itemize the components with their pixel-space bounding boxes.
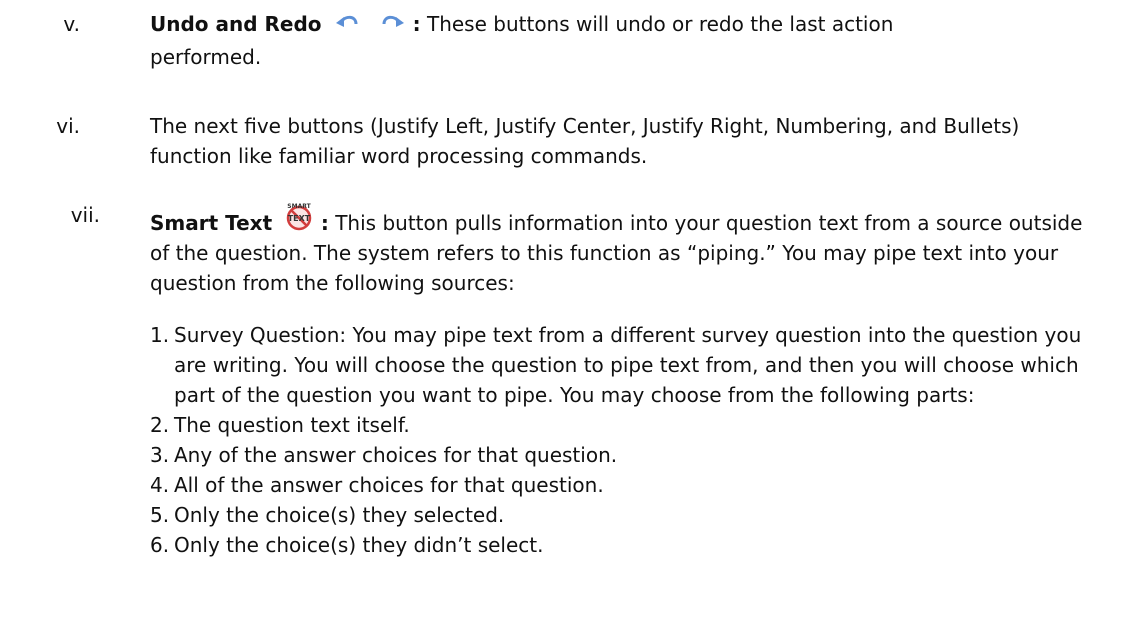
sublist-text: The question text itself.	[174, 413, 410, 437]
sublist-number: 6.	[150, 533, 170, 557]
sublist-text: Only the choice(s) they selected.	[174, 503, 505, 527]
list-numeral: vi.	[56, 114, 80, 138]
list-item-body: The next five buttons (Justify Left, Jus…	[150, 114, 1020, 168]
sublist-item: 5. Only the choice(s) they selected.	[150, 500, 1100, 530]
sublist-number: 3.	[150, 443, 170, 467]
item-colon: :	[320, 211, 329, 235]
svg-text:SMART: SMART	[287, 203, 311, 210]
sources-sublist: 1. Survey Question: You may pipe text fr…	[150, 320, 1100, 560]
sublist-item: 3. Any of the answer choices for that qu…	[150, 440, 1100, 470]
item-colon: :	[412, 12, 421, 36]
list-numeral: vii.	[70, 203, 100, 227]
undo-arrow-icon	[334, 12, 362, 42]
sublist-item: 6. Only the choice(s) they didn’t select…	[150, 530, 1100, 560]
list-numeral: v.	[63, 12, 80, 36]
sublist-text: Survey Question: You may pipe text from …	[174, 323, 1082, 407]
sublist-item: 1. Survey Question: You may pipe text fr…	[150, 320, 1100, 410]
list-item-body: Undo and Redo : These buttons will undo …	[150, 9, 1090, 72]
sublist-text: All of the answer choices for that quest…	[174, 473, 604, 497]
sublist-number: 2.	[150, 413, 170, 437]
svg-text:TEXT: TEXT	[287, 214, 310, 223]
item-text-continued: performed.	[150, 45, 262, 69]
list-item-body: Smart Text SMART TEXT : This button pull…	[150, 200, 1100, 298]
smart-text-icon: SMART TEXT	[283, 200, 315, 232]
sublist-text: Only the choice(s) they didn’t select.	[174, 533, 544, 557]
document-page: v. Undo and Redo : These buttons will un…	[0, 0, 1147, 627]
redo-arrow-icon	[378, 12, 406, 42]
item-heading: Undo and Redo	[150, 12, 322, 36]
sublist-number: 4.	[150, 473, 170, 497]
sublist-text: Any of the answer choices for that quest…	[174, 443, 618, 467]
sublist-number: 5.	[150, 503, 170, 527]
sublist-item: 4. All of the answer choices for that qu…	[150, 470, 1100, 500]
sublist-number: 1.	[150, 323, 170, 347]
sublist-item: 2. The question text itself.	[150, 410, 1100, 440]
item-heading: Smart Text	[150, 211, 273, 235]
item-text: These buttons will undo or redo the last…	[420, 12, 894, 36]
